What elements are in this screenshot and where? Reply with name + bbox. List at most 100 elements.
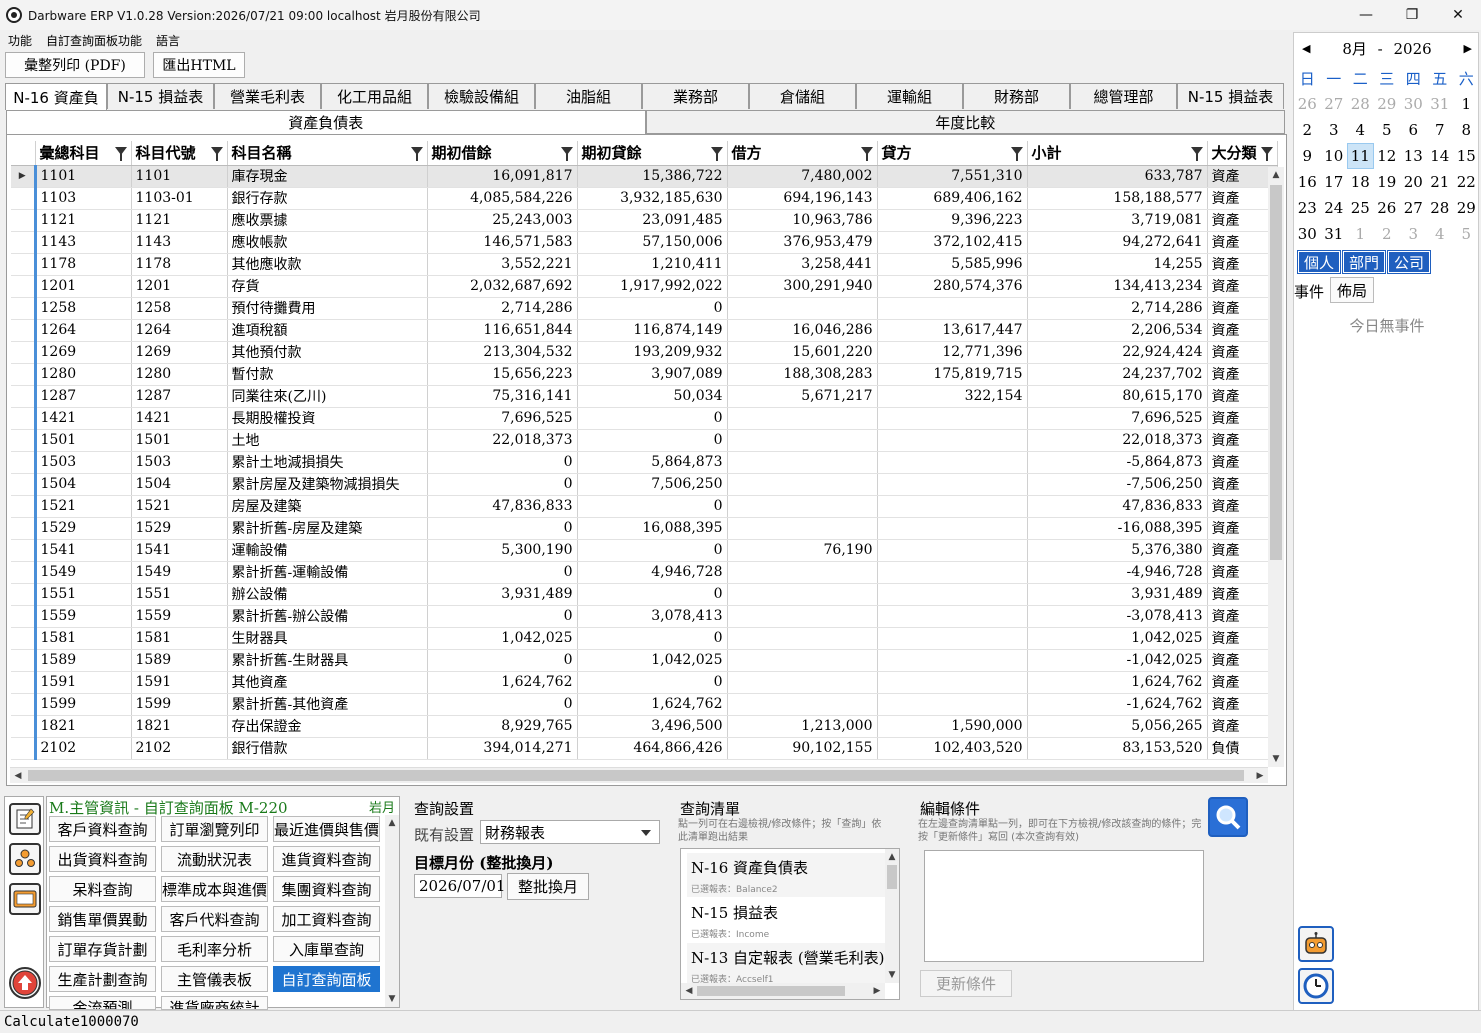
column-header[interactable]: 期初借餘 [427,141,578,166]
table-cell[interactable]: 1529 [131,517,228,540]
table-cell[interactable]: 累計折舊-生財器具 [227,649,428,672]
table-row[interactable]: 1521 1521 房屋及建築 47,836,833 0 47,836,833 資產 [11,495,1278,518]
table-cell[interactable]: 1201 [35,275,132,298]
table-cell[interactable]: 暫付款 [227,363,428,386]
column-header[interactable]: 彙總科目 [35,141,132,166]
table-cell[interactable]: 銀行存款 [227,187,428,210]
ai-icon[interactable] [9,883,41,915]
list-scroll-left-icon[interactable]: ◀ [681,983,697,999]
calendar-day[interactable]: 27 [1400,195,1427,221]
table-cell[interactable]: 1121 [35,209,132,232]
table-cell[interactable]: 存貨 [227,275,428,298]
table-cell[interactable]: 23,091,485 [577,209,728,232]
panel-query-button[interactable]: 流動狀況表 [161,846,268,872]
calendar-day[interactable]: 30 [1400,91,1427,117]
column-header[interactable]: 期初貸餘 [577,141,728,166]
table-cell[interactable]: 1,042,025 [577,649,728,672]
report-tab[interactable]: N-15 損益表 [107,83,214,109]
calendar-day[interactable]: 23 [1294,195,1321,221]
table-row[interactable]: 1504 1504 累計房屋及建築物減損損失 0 7,506,250 -7,506,250… [11,473,1278,496]
table-cell[interactable]: 3,907,089 [577,363,728,386]
table-cell[interactable]: 資產 [1207,451,1278,474]
filter-icon[interactable] [1260,147,1273,161]
row-header[interactable] [11,649,37,672]
table-row[interactable]: 1529 1529 累計折舊-房屋及建築 0 16,088,395 -16,088,395… [11,517,1278,540]
table-cell[interactable]: 1421 [35,407,132,430]
calendar-day[interactable]: 30 [1294,221,1321,247]
table-cell[interactable]: 280,574,376 [877,275,1028,298]
row-header[interactable] [11,341,37,364]
table-cell[interactable]: 1589 [35,649,132,672]
calendar-day[interactable]: 5 [1453,221,1480,247]
table-cell[interactable]: 3,932,185,630 [577,187,728,210]
scroll-thumb[interactable] [1270,185,1282,560]
table-cell[interactable]: 資產 [1207,209,1278,232]
query-list[interactable]: N-16 資產負債表 已選報表：Balance2 N-15 損益表 已選報表：Inco… [680,848,900,1000]
table-cell[interactable]: 資產 [1207,517,1278,540]
panel-scrollbar[interactable]: ▲ ▼ [385,815,399,1007]
table-cell[interactable]: 7,506,250 [577,473,728,496]
notepad-icon[interactable] [9,803,41,835]
minimize-button[interactable]: — [1343,0,1389,30]
table-cell[interactable]: 0 [577,297,728,320]
table-row[interactable]: 1559 1559 累計折舊-辦公設備 0 3,078,413 -3,078,413 資產 [11,605,1278,628]
row-header[interactable] [11,605,37,628]
table-cell[interactable]: 存出保證金 [227,715,428,738]
column-header[interactable]: 小計 [1027,141,1208,166]
table-cell[interactable]: 1501 [131,429,228,452]
table-cell[interactable] [727,605,878,628]
table-cell[interactable]: 1599 [131,693,228,716]
table-cell[interactable]: 2,714,286 [1027,297,1208,320]
robot-icon[interactable] [1298,926,1334,962]
table-cell[interactable]: 22,924,424 [1027,341,1208,364]
row-header[interactable] [11,385,37,408]
table-cell[interactable]: 3,552,221 [427,253,578,276]
table-cell[interactable]: 2102 [35,737,132,760]
table-cell[interactable]: 1581 [131,627,228,650]
scope-company-button[interactable]: 公司 [1387,250,1431,274]
query-list-item[interactable]: N-15 損益表 已選報表：Income [687,898,885,942]
report-tab[interactable]: 倉儲組 [749,83,856,109]
table-cell[interactable]: 0 [577,583,728,606]
calendar-day[interactable]: 18 [1347,169,1374,195]
calendar-day[interactable]: 15 [1453,143,1480,169]
table-cell[interactable]: 庫存現金 [227,165,428,188]
table-row[interactable]: 1503 1503 累計土地減損損失 0 5,864,873 -5,864,873 資產 [11,451,1278,474]
query-list-hscroll[interactable]: ◀ ▶ [681,983,885,999]
column-header[interactable]: 借方 [727,141,878,166]
table-cell[interactable] [727,671,878,694]
panel-query-button[interactable]: 生產計劃查詢 [49,966,156,992]
calendar-day[interactable]: 21 [1427,169,1454,195]
current-row-indicator-icon[interactable]: ▶ [11,165,37,188]
column-header[interactable]: 科目名稱 [227,141,428,166]
calendar-day[interactable]: 11 [1347,143,1374,169]
tab-annual-compare[interactable]: 年度比較 [645,110,1285,134]
table-cell[interactable]: 資產 [1207,495,1278,518]
column-header[interactable]: 貸方 [877,141,1028,166]
table-cell[interactable] [727,517,878,540]
filter-icon[interactable] [1190,147,1203,161]
table-cell[interactable]: 16,088,395 [577,517,728,540]
panel-query-button[interactable]: 自訂查詢面板 [273,966,380,992]
table-cell[interactable]: 4,085,584,226 [427,187,578,210]
table-cell[interactable]: 1,624,762 [577,693,728,716]
table-cell[interactable]: 15,601,220 [727,341,878,364]
table-cell[interactable]: 0 [427,693,578,716]
table-cell[interactable]: 1,042,025 [427,627,578,650]
table-cell[interactable]: 1599 [35,693,132,716]
table-cell[interactable]: 15,656,223 [427,363,578,386]
table-cell[interactable] [877,583,1028,606]
table-cell[interactable] [727,583,878,606]
table-cell[interactable]: 464,866,426 [577,737,728,760]
panel-query-button[interactable]: 集團資料查詢 [273,876,380,902]
row-header[interactable] [11,451,37,474]
list-scroll-thumb[interactable] [887,865,897,889]
calendar-day[interactable]: 2 [1374,221,1401,247]
table-cell[interactable]: 2,206,534 [1027,319,1208,342]
table-cell[interactable]: 累計土地減損損失 [227,451,428,474]
calendar-day[interactable]: 17 [1321,169,1348,195]
table-cell[interactable]: 1143 [131,231,228,254]
table-cell[interactable]: 1503 [35,451,132,474]
report-tab[interactable]: 化工用品組 [321,83,428,109]
table-cell[interactable]: 694,196,143 [727,187,878,210]
